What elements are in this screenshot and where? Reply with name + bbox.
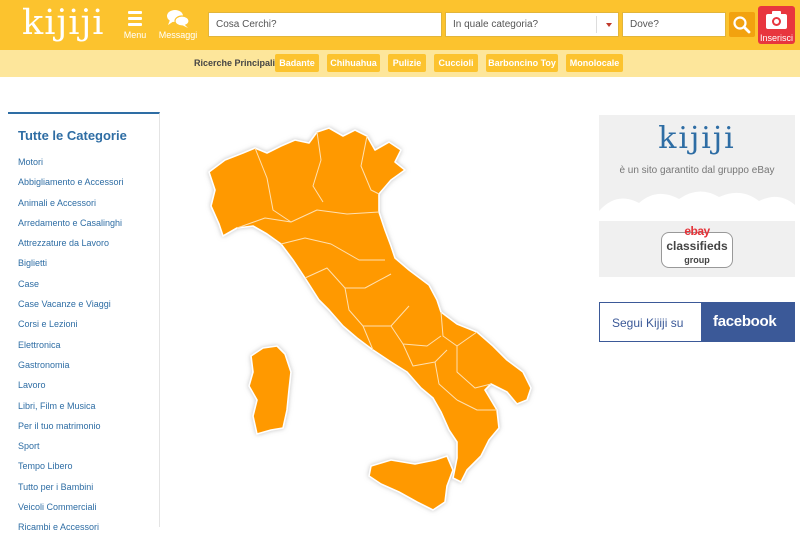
messages-button[interactable]: Messaggi [158,8,198,42]
cloud-decoration [599,191,795,221]
category-link[interactable]: Case [18,278,124,298]
chip-cuccioli[interactable]: Cuccioli [434,54,478,72]
category-link[interactable]: Tutto per i Bambini [18,481,124,501]
search-what-input[interactable]: Cosa Cerchi? [208,12,442,37]
chip-monolocale[interactable]: Monolocale [566,54,623,72]
category-select[interactable]: In quale categoria? [445,12,619,37]
menu-label: Menu [123,30,147,40]
facebook-follow-button[interactable]: Segui Kijiji su facebook [599,302,795,342]
camera-icon [766,11,787,29]
category-link[interactable]: Veicoli Commerciali [18,501,124,521]
chat-bubbles-icon [167,10,190,28]
insert-ad-button[interactable]: Inserisci [758,6,795,44]
category-link[interactable]: Elettronica [18,339,124,359]
chip-pulizie[interactable]: Pulizie [388,54,426,72]
category-link[interactable]: Ricambi e Accessori [18,521,124,541]
category-link[interactable]: Per il tuo matrimonio [18,420,124,440]
category-placeholder: In quale categoria? [453,19,539,30]
search-button[interactable] [729,12,755,37]
ebay-guarantee-text: è un sito garantito dal gruppo eBay [619,165,775,176]
search-icon [733,16,751,34]
ebay-wordmark: ebay [684,224,710,238]
kijiji-logo-blue: kijiji [658,121,736,156]
categories-list: Motori Abbigliamento e Accessori Animali… [18,156,124,542]
category-link[interactable]: Animali e Accessori [18,197,124,217]
menu-button[interactable]: Menu [115,8,155,42]
search-what-placeholder: Cosa Cerchi? [216,19,277,30]
insert-label: Inserisci [759,33,793,43]
category-link[interactable]: Libri, Film e Musica [18,400,124,420]
chip-badante[interactable]: Badante [275,54,319,72]
popular-searches-title: Ricerche Principali [194,58,276,68]
group-wordmark: group [684,255,710,265]
italy-regions-map[interactable] [195,110,545,520]
kijiji-logo[interactable]: kijiji [22,4,105,42]
popular-searches-bar: Ricerche Principali Badante Chihuahua Pu… [0,50,800,77]
categories-sidebar: Tutte le Categorie Motori Abbigliamento … [8,112,160,532]
facebook-logo: facebook [701,303,794,341]
chip-chihuahua[interactable]: Chihuahua [327,54,380,72]
facebook-wordmark: facebook [713,313,777,330]
messages-label: Messaggi [158,30,198,40]
location-placeholder: Dove? [630,19,659,30]
location-input[interactable]: Dove? [622,12,726,37]
ebay-guarantee-box: kijiji è un sito garantito dal gruppo eB… [599,115,795,277]
chip-barboncino-toy[interactable]: Barboncino Toy [486,54,558,72]
caret-down-icon [606,23,612,27]
follow-text: Segui Kijiji su [612,316,684,330]
category-link[interactable]: Motori [18,156,124,176]
category-link[interactable]: Case Vacanze e Viaggi [18,298,124,318]
sicily-shape[interactable] [368,455,454,511]
select-divider [596,16,597,33]
classifieds-wordmark: classifieds [666,239,728,253]
category-link[interactable]: Attrezzature da Lavoro [18,237,124,257]
category-link[interactable]: Arredamento e Casalinghi [18,217,124,237]
category-link[interactable]: Biglietti [18,257,124,277]
sardinia-shape[interactable] [248,345,292,435]
category-link[interactable]: Tempo Libero [18,460,124,480]
category-link[interactable]: Corsi e Lezioni [18,318,124,338]
top-bar: kijiji Menu Messaggi Cosa Cerchi? In qua… [0,0,800,50]
category-link[interactable]: Abbigliamento e Accessori [18,176,124,196]
category-link[interactable]: Sport [18,440,124,460]
categories-title: Tutte le Categorie [18,128,127,143]
ebay-classifieds-badge: ebay classifieds group [661,224,733,268]
category-link[interactable]: Gastronomia [18,359,124,379]
category-link[interactable]: Lavoro [18,379,124,399]
